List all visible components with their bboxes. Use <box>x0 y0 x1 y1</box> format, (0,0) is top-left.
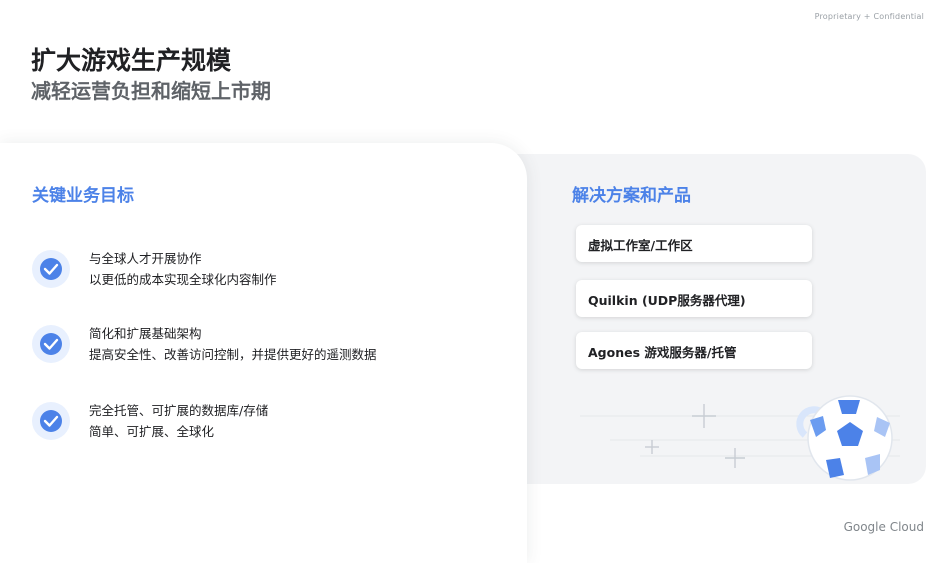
goals-heading: 关键业务目标 <box>32 186 134 206</box>
solution-label: 虚拟工作室/工作区 <box>588 238 693 253</box>
page-title: 扩大游戏生产规模 <box>31 46 232 75</box>
solution-label: Agones 游戏服务器/托管 <box>588 345 737 360</box>
solution-label: Quilkin (UDP服务器代理) <box>588 293 746 308</box>
goal-description: 简单、可扩展、全球化 <box>89 424 215 439</box>
goal-title: 完全托管、可扩展的数据库/存储 <box>89 403 269 418</box>
solution-item: Agones 游戏服务器/托管 <box>576 332 812 369</box>
check-circle-icon <box>32 325 70 363</box>
goal-item: 与全球人才开展协作 以更低的成本实现全球化内容制作 <box>32 248 512 292</box>
check-circle-icon <box>32 402 70 440</box>
goal-description: 提高安全性、改善访问控制，并提供更好的遥测数据 <box>89 347 377 362</box>
check-circle-icon <box>32 250 70 288</box>
goal-item: 完全托管、可扩展的数据库/存储 简单、可扩展、全球化 <box>32 400 512 444</box>
soccer-ball-icon <box>580 395 900 481</box>
page-subtitle: 减轻运营负担和缩短上市期 <box>31 79 271 103</box>
solution-item: 虚拟工作室/工作区 <box>576 225 812 262</box>
confidential-label: Proprietary + Confidential <box>814 12 924 21</box>
goal-title: 简化和扩展基础架构 <box>89 326 202 341</box>
google-cloud-logo: Google Cloud <box>843 520 924 534</box>
goal-description: 以更低的成本实现全球化内容制作 <box>89 272 277 287</box>
goal-title: 与全球人才开展协作 <box>89 251 202 266</box>
goal-item: 简化和扩展基础架构 提高安全性、改善访问控制，并提供更好的遥测数据 <box>32 323 512 367</box>
solutions-heading: 解决方案和产品 <box>572 186 691 206</box>
solution-item: Quilkin (UDP服务器代理) <box>576 280 812 317</box>
